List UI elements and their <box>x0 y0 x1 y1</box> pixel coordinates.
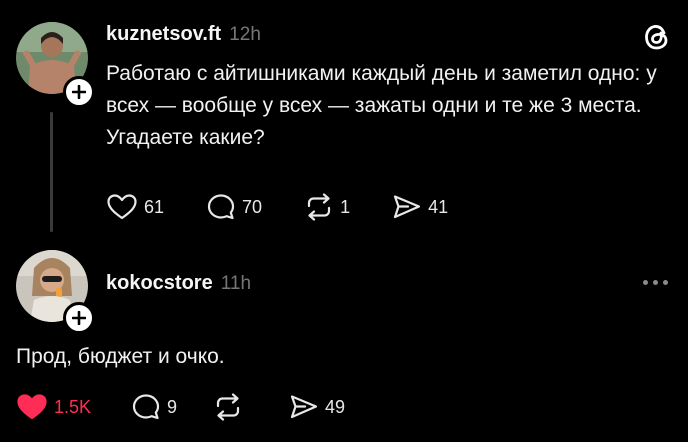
comment-button[interactable]: 9 <box>131 393 177 421</box>
like-count: 61 <box>144 196 165 217</box>
share-button[interactable]: 49 <box>289 393 345 421</box>
thread-line <box>50 112 53 232</box>
more-icon[interactable] <box>643 280 668 285</box>
share-count: 41 <box>428 196 449 217</box>
post-time: 12h <box>229 24 261 45</box>
comment-button[interactable]: 70 <box>206 193 262 221</box>
post-text: Прод, бюджет и очко. <box>16 345 225 368</box>
repost-button[interactable]: 1 <box>304 193 350 221</box>
comment-count: 9 <box>167 396 178 417</box>
heart-icon <box>107 194 137 220</box>
post-kokocstore: kokocstore 11h Прод, бюджет и очко. 1.5K… <box>0 240 688 442</box>
post-header: kuznetsov.ft 12h <box>106 23 261 46</box>
threads-logo-icon[interactable] <box>643 22 671 57</box>
comment-icon <box>207 194 235 220</box>
username[interactable]: kokocstore <box>106 272 213 295</box>
post-header: kokocstore 11h <box>106 272 251 295</box>
share-count: 49 <box>325 396 346 417</box>
repost-count: 1 <box>340 196 351 217</box>
more-dot <box>653 280 658 285</box>
share-icon <box>393 195 421 219</box>
plus-icon <box>72 311 86 325</box>
post-time: 11h <box>220 273 252 294</box>
post-actions: 1.5K 9 49 <box>16 393 387 421</box>
follow-button[interactable] <box>63 76 95 108</box>
like-count: 1.5K <box>54 396 92 417</box>
repost-icon <box>307 193 331 221</box>
post-kuznetsov: kuznetsov.ft 12h Работаю с айтишниками к… <box>0 0 688 240</box>
post-text: Работаю с айтишниками каждый день и заме… <box>106 62 657 149</box>
heart-icon <box>17 394 47 420</box>
share-button[interactable]: 41 <box>392 193 448 221</box>
username[interactable]: kuznetsov.ft <box>106 23 221 46</box>
comment-icon <box>132 394 160 420</box>
repost-button[interactable] <box>213 393 249 421</box>
follow-button[interactable] <box>63 302 95 334</box>
more-dot <box>663 280 668 285</box>
repost-icon <box>216 393 240 421</box>
like-button[interactable]: 1.5K <box>16 393 91 421</box>
plus-icon <box>72 85 86 99</box>
post-actions: 61 70 1 41 <box>106 193 490 221</box>
like-button[interactable]: 61 <box>106 193 164 221</box>
share-icon <box>290 395 318 419</box>
more-dot <box>643 280 648 285</box>
comment-count: 70 <box>242 196 263 217</box>
